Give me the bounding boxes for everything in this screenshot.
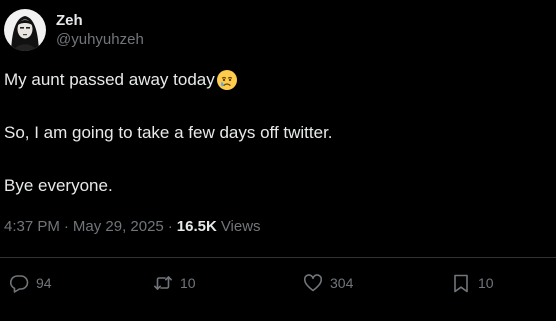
tweet-text: My aunt passed away today So, I am going… (4, 68, 544, 198)
user-handle[interactable]: @yuhyuhzeh (56, 30, 144, 49)
tweet-time[interactable]: 4:37 PM (4, 218, 60, 235)
crying-face-emoji-icon (216, 69, 238, 91)
reply-button[interactable]: 94 (8, 272, 52, 294)
tweet-date[interactable]: May 29, 2025 (73, 218, 164, 235)
views-label: Views (220, 218, 261, 235)
meta-separator: · (167, 218, 173, 235)
reply-count: 94 (36, 275, 52, 291)
like-button[interactable]: 304 (302, 272, 353, 294)
divider (0, 257, 556, 258)
heart-icon (302, 272, 324, 294)
tweet-header: Zeh @yuhyuhzeh (4, 6, 144, 54)
retweet-button[interactable]: 10 (152, 272, 196, 294)
tweet-line-text: So, I am going to take a few days off tw… (4, 123, 333, 142)
views-count[interactable]: 16.5K (177, 218, 217, 235)
tweet-line-text: My aunt passed away today (4, 70, 215, 89)
author-names: Zeh @yuhyuhzeh (56, 11, 144, 49)
avatar[interactable] (4, 9, 46, 51)
display-name[interactable]: Zeh (56, 11, 144, 30)
retweet-icon (152, 272, 174, 294)
reply-icon (8, 272, 30, 294)
action-bar: 94 10 304 10 (0, 272, 556, 298)
tweet-line: So, I am going to take a few days off tw… (4, 121, 544, 145)
tweet-line-text: Bye everyone. (4, 176, 113, 195)
bookmark-count: 10 (478, 275, 494, 291)
tweet-line: Bye everyone. (4, 174, 544, 198)
meta-separator: · (63, 218, 69, 235)
retweet-count: 10 (180, 275, 196, 291)
tweet-line: My aunt passed away today (4, 68, 544, 92)
avatar-photo-icon (4, 9, 46, 51)
bookmark-icon (450, 272, 472, 294)
bookmark-button[interactable]: 10 (450, 272, 494, 294)
like-count: 304 (330, 275, 354, 291)
tweet-meta: 4:37 PM · May 29, 2025 · 16.5K Views (4, 218, 261, 235)
